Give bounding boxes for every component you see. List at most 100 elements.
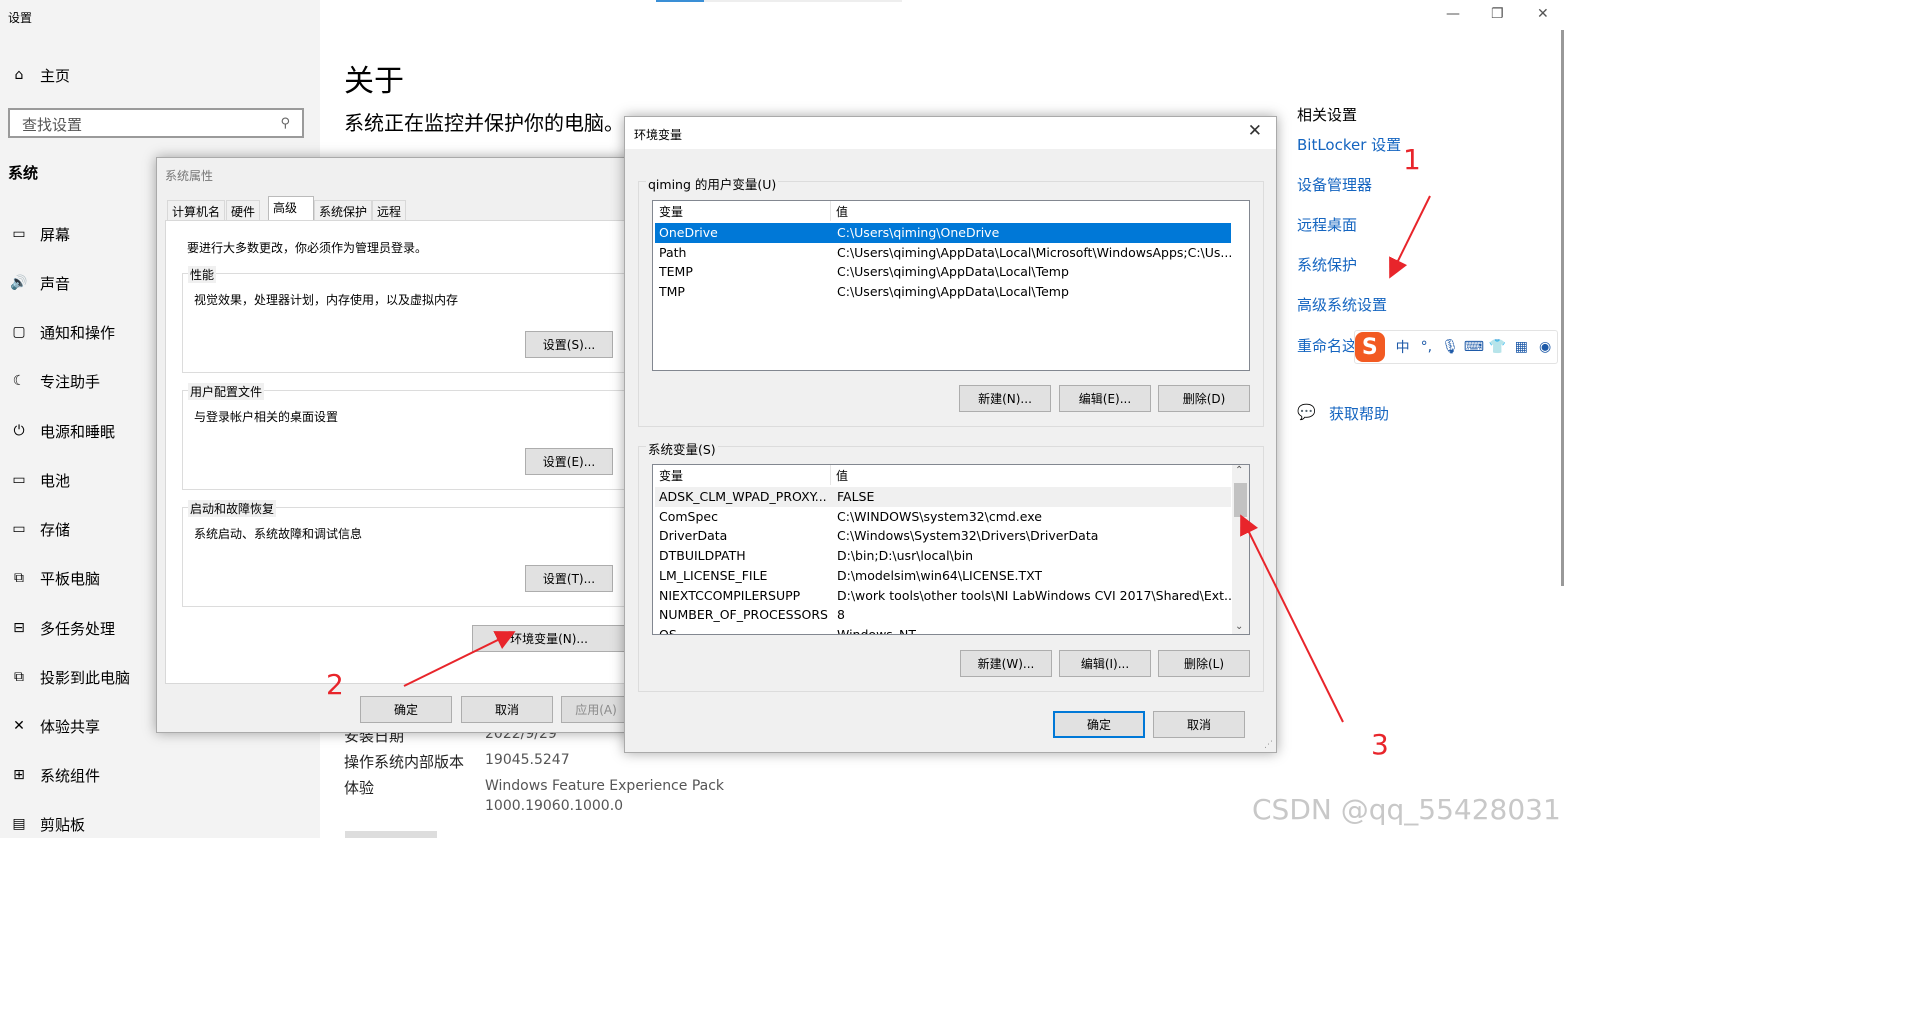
nav-item[interactable]: ▭ 屏幕 [8, 222, 70, 246]
tab-remote[interactable]: 远程 [372, 200, 407, 220]
tab-hardware[interactable]: 硬件 [226, 200, 261, 220]
nav-item[interactable]: ⊟ 多任务处理 [8, 616, 115, 640]
link-rename-pc[interactable]: 重命名这 [1297, 335, 1357, 356]
nav-item[interactable]: 🔊 声音 [8, 271, 70, 295]
group-desc: 系统启动、系统故障和调试信息 [194, 527, 363, 541]
resize-grip-icon[interactable]: ⋰ [1264, 740, 1273, 750]
apply-button[interactable]: 应用(A) [561, 696, 631, 723]
table-row[interactable]: TEMP C:\Users\qiming\AppData\Local\Temp [655, 262, 1231, 282]
page-scrollbar[interactable] [1561, 30, 1564, 586]
table-row[interactable]: NIEXTCCOMPILERSUPP D:\work tools\other to… [655, 586, 1231, 606]
ok-button[interactable]: 确定 [360, 696, 452, 723]
mascot-icon[interactable]: ◉ [1533, 339, 1557, 355]
ime-punct-icon[interactable]: °, [1414, 339, 1438, 355]
nav-item[interactable]: ▭ 存储 [8, 517, 70, 541]
nav-item[interactable]: ☾ 专注助手 [8, 369, 100, 393]
ime-toolbar: S 中 °, 🎙 ⌨ 👕 ▦ ◉ [1354, 330, 1558, 364]
col-header-val[interactable]: 值 [836, 203, 848, 221]
sys-delete-button[interactable]: 删除(L) [1158, 650, 1250, 677]
nav-item-icon: ⊞ [13, 767, 25, 783]
col-header-var[interactable]: 变量 [659, 203, 683, 221]
tab-system-protection[interactable]: 系统保护 [314, 200, 373, 220]
nav-item[interactable]: ▭ 电池 [8, 468, 70, 492]
scroll-thumb[interactable] [1234, 483, 1247, 517]
nav-item[interactable]: ▤ 剪贴板 [8, 812, 85, 836]
table-row[interactable]: Path C:\Users\qiming\AppData\Local\Micros… [655, 243, 1231, 263]
scroll-up-icon[interactable]: ⌃ [1235, 465, 1243, 476]
nav-home[interactable]: ⌂ 主页 [8, 63, 70, 87]
nav-item[interactable]: ✕ 体验共享 [8, 714, 100, 738]
col-header-var[interactable]: 变量 [659, 467, 683, 485]
cancel-button[interactable]: 取消 [461, 696, 553, 723]
user-new-button[interactable]: 新建(N)... [959, 385, 1051, 412]
restore-icon[interactable]: ❐ [1491, 6, 1504, 22]
table-row[interactable]: OneDrive C:\Users\qiming\OneDrive [655, 223, 1231, 243]
profile-settings-button[interactable]: 设置(E)... [525, 448, 613, 475]
link-system-protection[interactable]: 系统保护 [1297, 254, 1357, 275]
close-icon[interactable]: ✕ [1248, 121, 1262, 141]
tab-advanced[interactable]: 高级 [268, 196, 314, 222]
list-scrollbar[interactable]: ⌃ ⌄ [1232, 465, 1249, 634]
link-bitlocker[interactable]: BitLocker 设置 [1297, 134, 1401, 155]
link-device-manager[interactable]: 设备管理器 [1297, 174, 1372, 195]
sys-edit-button[interactable]: 编辑(I)... [1059, 650, 1151, 677]
nav-item[interactable]: ⧉ 投影到此电脑 [8, 665, 130, 689]
page-title: 关于 [344, 64, 404, 99]
nav-item-icon: ▢ [12, 324, 26, 340]
keyboard-icon[interactable]: ⌨ [1462, 339, 1486, 355]
system-vars-list[interactable]: 变量 值 ADSK_CLM_WPAD_PROXY... FALSE ComSpec C… [652, 464, 1250, 635]
performance-settings-button[interactable]: 设置(S)... [525, 331, 613, 358]
table-row[interactable]: LM_LICENSE_FILE D:\modelsim\win64\LICENSE… [655, 566, 1231, 586]
table-row[interactable]: ComSpec C:\WINDOWS\system32\cmd.exe [655, 507, 1231, 527]
table-row[interactable]: NUMBER_OF_PROCESSORS 8 [655, 605, 1231, 625]
group-label: 启动和故障恢复 [188, 500, 277, 517]
col-divider [830, 201, 831, 221]
search-input[interactable]: 查找设置 ⚲ [8, 108, 304, 138]
table-row[interactable]: TMP C:\Users\qiming\AppData\Local\Temp [655, 282, 1231, 302]
minimize-icon[interactable]: — [1446, 6, 1460, 22]
nav-item[interactable]: ⧉ 平板电脑 [8, 566, 100, 590]
environment-variables-button[interactable]: 环境变量(N)... [472, 625, 626, 652]
nav-item[interactable]: ⊞ 系统组件 [8, 763, 100, 787]
skin-icon[interactable]: 👕 [1486, 339, 1510, 355]
info-value-experience-2: 1000.19060.1000.0 [485, 798, 624, 814]
link-get-help[interactable]: 获取帮助 [1329, 403, 1389, 424]
group-label: 性能 [188, 266, 217, 283]
startup-settings-button[interactable]: 设置(T)... [525, 565, 613, 592]
nav-item[interactable]: ⏻ 电源和睡眠 [8, 419, 115, 443]
cancel-button[interactable]: 取消 [1153, 711, 1245, 738]
app-title: 设置 [8, 11, 33, 25]
home-icon: ⌂ [14, 67, 24, 83]
table-row[interactable]: OS Windows_NT [655, 625, 1231, 634]
ok-button[interactable]: 确定 [1053, 711, 1145, 738]
group-desc: 与登录帐户相关的桌面设置 [194, 410, 339, 424]
group-user-profiles: 用户配置文件 与登录帐户相关的桌面设置 设置(E)... [182, 383, 642, 490]
link-advanced-system-settings[interactable]: 高级系统设置 [1297, 294, 1387, 315]
var-name: LM_LICENSE_FILE [659, 567, 768, 583]
var-value: C:\Users\qiming\OneDrive [837, 225, 1000, 240]
var-name: Path [659, 244, 687, 260]
microphone-icon[interactable]: 🎙 [1438, 339, 1462, 355]
dialog-title: 系统属性 [165, 169, 214, 183]
nav-item[interactable]: ▢ 通知和操作 [8, 320, 115, 344]
user-vars-list[interactable]: 变量 值 OneDrive C:\Users\qiming\OneDrive Pat… [652, 200, 1250, 371]
table-row[interactable]: DriverData C:\Windows\System32\Drivers\Dr… [655, 526, 1231, 546]
table-row[interactable]: DTBUILDPATH D:\bin;D:\usr\local\bin [655, 546, 1231, 566]
ime-logo-icon[interactable]: S [1355, 332, 1385, 362]
var-value: D:\work tools\other tools\NI LabWindows … [837, 587, 1231, 603]
user-delete-button[interactable]: 删除(D) [1158, 385, 1250, 412]
copy-button[interactable] [345, 831, 437, 838]
link-remote-desktop[interactable]: 远程桌面 [1297, 214, 1357, 235]
col-header-val[interactable]: 值 [836, 467, 848, 485]
close-icon[interactable]: ✕ [1537, 6, 1549, 22]
table-row[interactable]: ADSK_CLM_WPAD_PROXY... FALSE [655, 487, 1231, 507]
scroll-down-icon[interactable]: ⌄ [1235, 621, 1243, 632]
sys-new-button[interactable]: 新建(W)... [960, 650, 1052, 677]
var-name: NIEXTCCOMPILERSUPP [659, 587, 801, 603]
toolbox-icon[interactable]: ▦ [1509, 339, 1533, 355]
user-edit-button[interactable]: 编辑(E)... [1059, 385, 1151, 412]
ime-mode[interactable]: 中 [1391, 337, 1415, 357]
nav-item-label: 专注助手 [40, 372, 101, 391]
tab-computer-name[interactable]: 计算机名 [167, 200, 226, 220]
var-name: ComSpec [659, 508, 718, 524]
